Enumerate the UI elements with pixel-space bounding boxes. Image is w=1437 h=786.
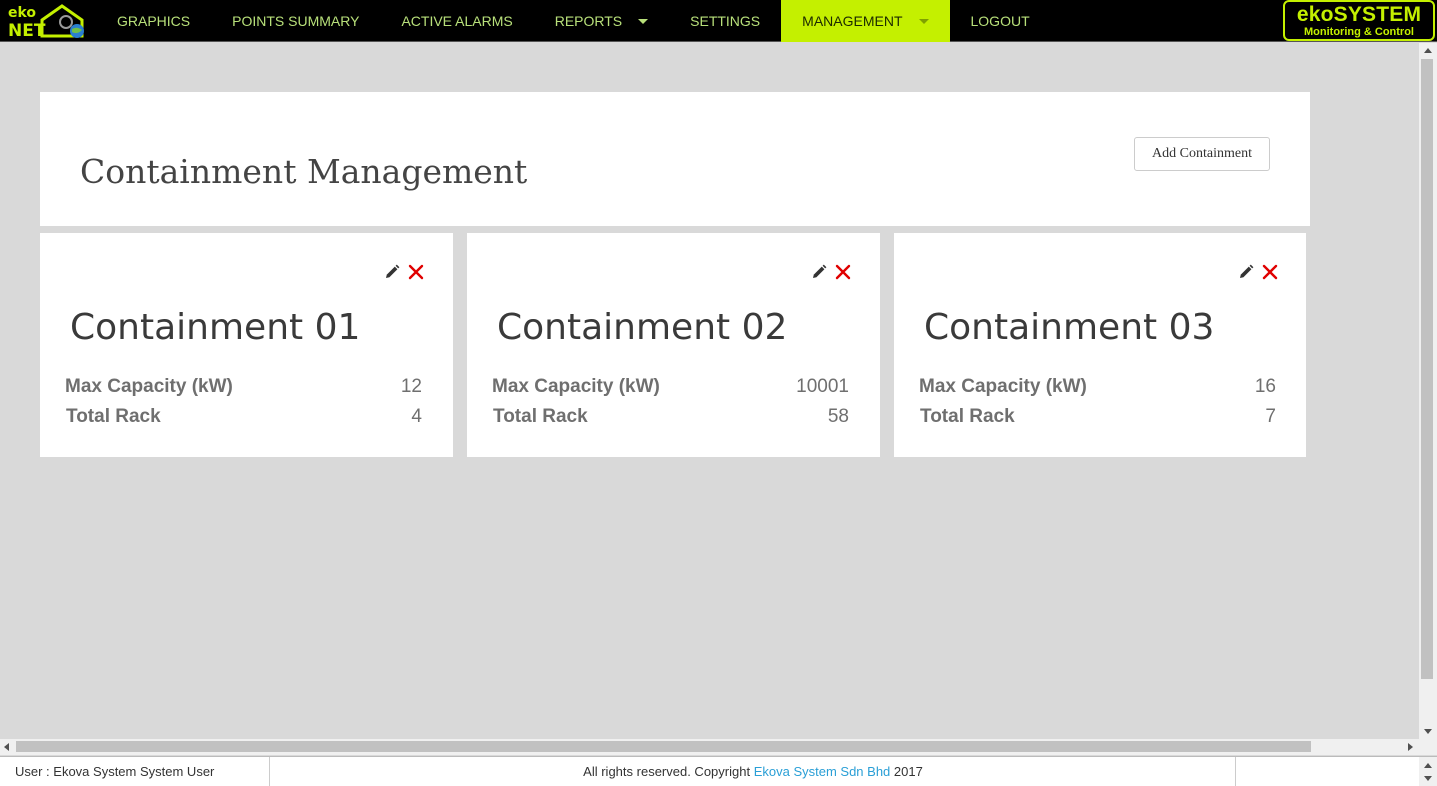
max-capacity-label: Max Capacity (kW)	[919, 376, 1087, 397]
nav-points-summary[interactable]: POINTS SUMMARY	[211, 0, 380, 42]
scroll-down-arrow-icon[interactable]	[1424, 776, 1432, 781]
nav-settings[interactable]: SETTINGS	[669, 0, 781, 42]
scrollbar-corner	[1419, 739, 1437, 755]
total-rack-value: 4	[411, 406, 422, 427]
horizontal-scroll-thumb[interactable]	[16, 741, 1311, 752]
scroll-up-arrow-icon[interactable]	[1424, 48, 1432, 53]
ekosystem-logo-title: ekoSYSTEM	[1296, 3, 1422, 26]
nav-management-label: MANAGEMENT	[802, 13, 903, 29]
nav-graphics[interactable]: GRAPHICS	[96, 0, 211, 42]
close-x-icon[interactable]	[1261, 263, 1279, 281]
house-globe-logo-icon: eko NET	[8, 4, 84, 41]
vertical-scrollbar[interactable]	[1419, 43, 1437, 739]
logo-text-eko: eko	[8, 5, 36, 21]
horizontal-scrollbar[interactable]	[0, 739, 1419, 755]
card-title: Containment 01	[70, 307, 361, 348]
footer-copyright: All rights reserved. Copyright Ekova Sys…	[271, 757, 1236, 786]
max-capacity-row: Max Capacity (kW) 12	[65, 376, 422, 402]
max-capacity-value: 16	[1254, 376, 1276, 397]
max-capacity-label: Max Capacity (kW)	[492, 376, 660, 397]
card-title: Containment 03	[924, 307, 1215, 348]
caret-down-icon	[918, 18, 929, 24]
total-rack-row: Total Rack 7	[919, 406, 1276, 432]
copyright-year: 2017	[893, 764, 923, 779]
copyright-text: All rights reserved. Copyright	[583, 764, 751, 779]
max-capacity-label: Max Capacity (kW)	[65, 376, 233, 397]
caret-down-icon	[638, 18, 649, 24]
total-rack-row: Total Rack 58	[492, 406, 849, 432]
nav-logout[interactable]: LOGOUT	[950, 0, 1051, 42]
logo-text-net: NET	[8, 21, 46, 40]
ekosystem-logo: ekoSYSTEM Monitoring & Control	[1283, 0, 1435, 41]
footer: User : Ekova System System User All righ…	[0, 756, 1437, 786]
close-x-icon[interactable]	[834, 263, 852, 281]
max-capacity-row: Max Capacity (kW) 16	[919, 376, 1276, 402]
vertical-scroll-thumb[interactable]	[1421, 59, 1433, 679]
top-navbar: eko NET GRAPHICS POINTS SUMMARY ACTIVE A…	[0, 0, 1437, 42]
total-rack-value: 7	[1265, 406, 1276, 427]
containment-card: Containment 02 Max Capacity (kW) 10001 T…	[467, 233, 880, 457]
company-link[interactable]: Ekova System Sdn Bhd	[754, 764, 891, 779]
scroll-left-arrow-icon[interactable]	[4, 743, 9, 751]
total-rack-value: 58	[827, 406, 849, 427]
nav-points-summary-label: POINTS SUMMARY	[232, 13, 360, 29]
containment-card: Containment 01 Max Capacity (kW) 12 Tota…	[40, 233, 453, 457]
close-x-icon[interactable]	[407, 263, 425, 281]
total-rack-label: Total Rack	[920, 406, 1015, 427]
max-capacity-value: 12	[400, 376, 422, 397]
nav-reports-label: REPORTS	[554, 13, 623, 29]
nav-settings-label: SETTINGS	[690, 13, 761, 29]
add-containment-button[interactable]: Add Containment	[1134, 137, 1270, 171]
scroll-down-arrow-icon[interactable]	[1424, 729, 1432, 734]
main-nav: GRAPHICS POINTS SUMMARY ACTIVE ALARMS RE…	[96, 0, 1051, 42]
nav-active-alarms-label: ACTIVE ALARMS	[401, 13, 513, 29]
scroll-right-arrow-icon[interactable]	[1408, 743, 1413, 751]
nav-logout-label: LOGOUT	[970, 13, 1030, 29]
page-title: Containment Management	[80, 152, 528, 191]
nav-reports[interactable]: REPORTS	[534, 0, 669, 42]
containment-card: Containment 03 Max Capacity (kW) 16 Tota…	[894, 233, 1306, 457]
total-rack-row: Total Rack 4	[65, 406, 422, 432]
card-title: Containment 02	[497, 307, 788, 348]
nav-active-alarms[interactable]: ACTIVE ALARMS	[380, 0, 533, 42]
pencil-icon[interactable]	[810, 263, 828, 281]
pencil-icon[interactable]	[1237, 263, 1255, 281]
page-header-panel: Containment Management Add Containment	[40, 92, 1310, 226]
footer-scrollbar[interactable]	[1419, 757, 1437, 786]
total-rack-label: Total Rack	[493, 406, 588, 427]
footer-user-info: User : Ekova System System User	[0, 757, 270, 786]
total-rack-label: Total Rack	[66, 406, 161, 427]
max-capacity-value: 10001	[796, 376, 849, 397]
max-capacity-row: Max Capacity (kW) 10001	[492, 376, 849, 402]
pencil-icon[interactable]	[383, 263, 401, 281]
scroll-up-arrow-icon[interactable]	[1424, 763, 1432, 768]
nav-management[interactable]: MANAGEMENT	[781, 0, 950, 42]
ekosystem-logo-subtitle: Monitoring & Control	[1304, 26, 1414, 38]
nav-graphics-label: GRAPHICS	[117, 13, 191, 29]
eko-net-logo[interactable]: eko NET	[6, 2, 88, 41]
